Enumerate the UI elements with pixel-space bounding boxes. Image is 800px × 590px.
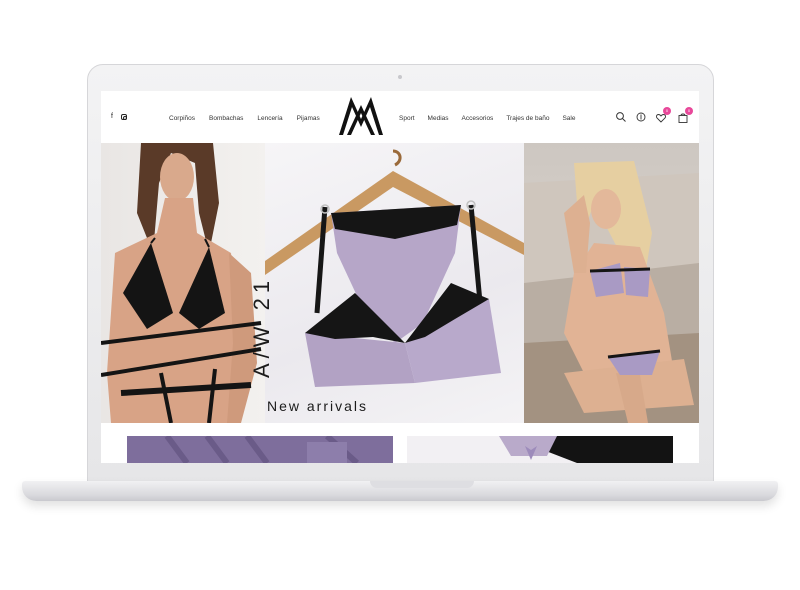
- brand-logo[interactable]: [337, 93, 385, 137]
- nav-item-accesorios[interactable]: Accesorios: [462, 115, 494, 122]
- nav-left: Corpiños Bombachas Lencería Pijamas: [169, 115, 320, 122]
- nav-right: Sport Medias Accesorios Trajes de baño S…: [399, 115, 575, 122]
- nav-item-sport[interactable]: Sport: [399, 115, 415, 122]
- instagram-icon[interactable]: [120, 114, 127, 120]
- model-right-illustration: [524, 161, 699, 423]
- nav-item-trajes-de-bano[interactable]: Trajes de baño: [506, 115, 549, 122]
- account-icon[interactable]: [635, 111, 647, 123]
- header-icons: 0 0: [615, 107, 695, 125]
- hero-image-hanger: [265, 143, 524, 423]
- hero-caption[interactable]: New arrivals: [267, 398, 368, 414]
- browser-viewport: f Corpiños Bombachas Lencería Pijamas Sp…: [101, 91, 699, 463]
- hero-image-model-left: [101, 143, 265, 423]
- model-left-illustration: [101, 143, 262, 423]
- hero-season-label: A/W 21: [249, 275, 274, 378]
- wishlist-button[interactable]: 0: [655, 107, 671, 123]
- category-card-1-image: [127, 436, 393, 463]
- hanger-bra-illustration: [265, 149, 524, 387]
- cart-button[interactable]: 0: [677, 107, 693, 123]
- nav-item-sale[interactable]: Sale: [562, 115, 575, 122]
- category-card-2-image: [407, 436, 673, 463]
- nav-item-lenceria[interactable]: Lencería: [257, 115, 282, 122]
- facebook-icon[interactable]: f: [111, 113, 113, 121]
- laptop-notch: [370, 481, 474, 488]
- category-card-1[interactable]: [127, 436, 393, 463]
- camera-icon: [398, 75, 402, 79]
- social-links: f: [111, 113, 127, 121]
- nav-item-medias[interactable]: Medias: [428, 115, 449, 122]
- hero-image-model-right: [524, 143, 699, 423]
- site-header: f Corpiños Bombachas Lencería Pijamas Sp…: [101, 91, 699, 143]
- nav-item-corpinos[interactable]: Corpiños: [169, 115, 195, 122]
- search-icon[interactable]: [615, 111, 627, 123]
- nav-item-pijamas[interactable]: Pijamas: [297, 115, 320, 122]
- wishlist-count-badge: 0: [663, 107, 671, 115]
- laptop-base: [22, 481, 778, 501]
- category-card-2[interactable]: [407, 436, 673, 463]
- cart-count-badge: 0: [685, 107, 693, 115]
- nav-item-bombachas[interactable]: Bombachas: [209, 115, 243, 122]
- hero-banner[interactable]: A/W 21 New arrivals: [101, 143, 699, 423]
- category-strip: [101, 423, 699, 463]
